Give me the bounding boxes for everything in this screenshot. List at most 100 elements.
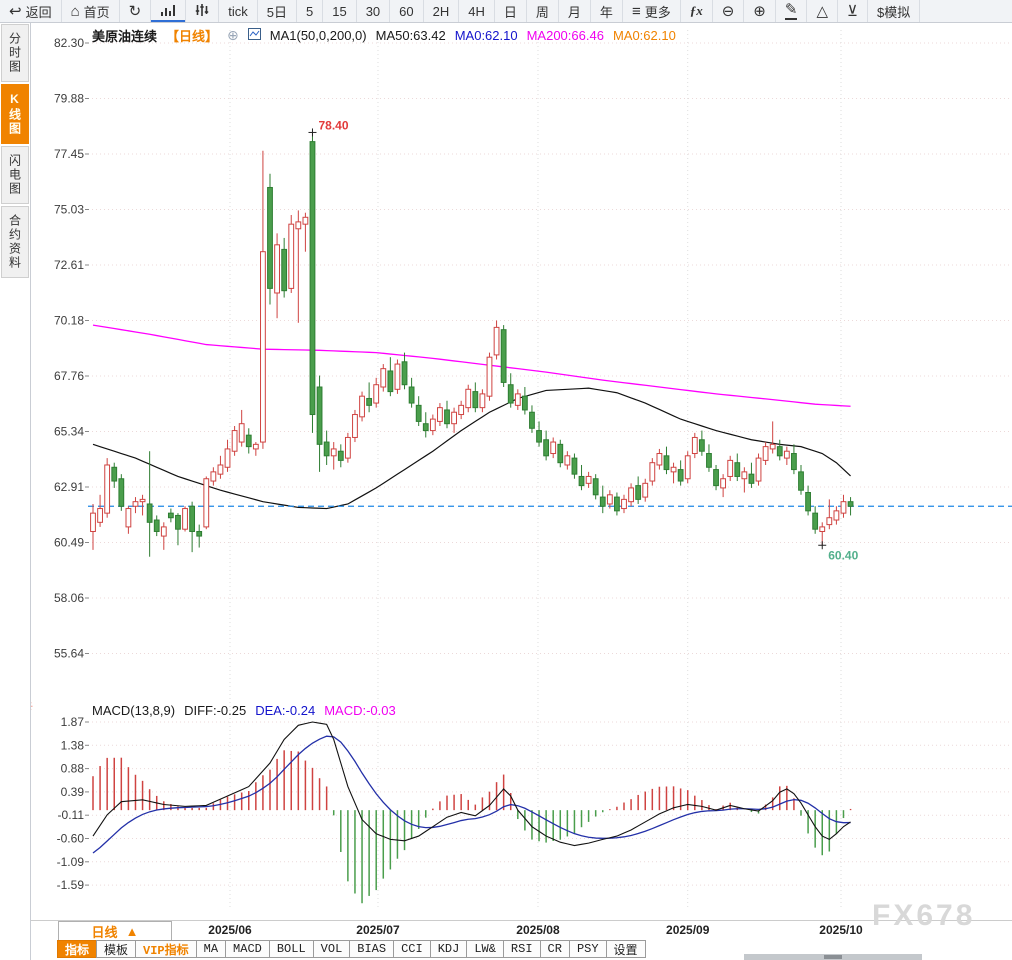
toolbar-min5[interactable]: 5 xyxy=(297,0,323,22)
toolbar-week[interactable]: 周 xyxy=(527,0,559,22)
svg-text:-1.09: -1.09 xyxy=(57,855,85,869)
mini-chart-icon[interactable] xyxy=(248,28,261,43)
tab-ma[interactable]: MA xyxy=(196,940,226,958)
toolbar-2h[interactable]: 2H xyxy=(424,0,460,22)
chart-canvas[interactable]: 82.3079.8877.4575.0372.6170.1867.7665.34… xyxy=(0,0,1012,960)
tab-bias[interactable]: BIAS xyxy=(349,940,394,958)
svg-text:75.03: 75.03 xyxy=(54,203,84,217)
toolbar-tick[interactable]: tick xyxy=(219,0,258,22)
toolbar-min15[interactable]: 15 xyxy=(323,0,356,22)
sidebar: 分时图K线图闪电图合约资料 xyxy=(0,23,31,960)
tab-kdj[interactable]: KDJ xyxy=(430,940,468,958)
tab-vol[interactable]: VOL xyxy=(313,940,351,958)
tab-template[interactable]: 模板 xyxy=(96,940,136,958)
toolbar-shape-down[interactable]: ⊻ xyxy=(838,0,868,22)
svg-text:82.30: 82.30 xyxy=(54,36,84,50)
svg-text:79.88: 79.88 xyxy=(54,92,84,106)
svg-text:0.88: 0.88 xyxy=(61,762,85,776)
horizontal-scrollbar[interactable] xyxy=(744,954,922,960)
svg-text:58.06: 58.06 xyxy=(54,591,84,605)
macd-params-label: MACD(13,8,9) xyxy=(92,703,175,718)
svg-text:65.34: 65.34 xyxy=(54,425,84,439)
svg-text:72.61: 72.61 xyxy=(54,258,84,272)
toolbar: ↩返回⌂首页 ↻ tick5日51530602H4H日周月年≡更多ƒx ⊖ ⊕ ✎ △ ⊻ $模… xyxy=(0,0,1012,23)
svg-text:2025/06: 2025/06 xyxy=(208,923,252,937)
ma50-value: MA50:63.42 xyxy=(376,28,446,43)
toolbar-day[interactable]: 日 xyxy=(495,0,527,22)
ma0-orange-value: MA0:62.10 xyxy=(613,28,676,43)
indicator-tabs: 指标模板VIP指标MAMACDBOLLVOLBIASCCIKDJLW&RSICR… xyxy=(58,940,646,958)
toolbar-refresh[interactable]: ↻ xyxy=(120,0,152,22)
toolbar-shape-up[interactable]: △ xyxy=(807,0,838,22)
macd-dea-value: DEA:-0.24 xyxy=(255,703,315,718)
tab-indicator[interactable]: 指标 xyxy=(57,940,97,958)
menu-icon: ≡ xyxy=(632,4,641,19)
triangle-down-line-icon: ⊻ xyxy=(847,4,858,19)
toolbar-fx[interactable]: ƒx xyxy=(681,0,713,22)
svg-text:2025/10: 2025/10 xyxy=(819,923,863,937)
ma-config-label: MA1(50,0,200,0) xyxy=(270,28,367,43)
svg-text:-0.11: -0.11 xyxy=(58,808,85,822)
svg-text:78.40: 78.40 xyxy=(318,118,348,132)
period-tag: 【日线】 xyxy=(166,26,218,45)
bar-chart-icon xyxy=(160,3,176,20)
add-indicator-icon[interactable]: ⊕ xyxy=(227,27,239,44)
tab-cci[interactable]: CCI xyxy=(393,940,431,958)
toolbar-simulate[interactable]: $模拟 xyxy=(868,0,920,22)
toolbar-candle-tool[interactable] xyxy=(186,0,219,22)
macd-diff-value: DIFF:-0.25 xyxy=(184,703,246,718)
sidebar-item-kline-chart[interactable]: K线图 xyxy=(1,84,29,144)
svg-text:55.64: 55.64 xyxy=(54,647,84,661)
watermark: FX678 xyxy=(872,899,975,933)
svg-text:60.40: 60.40 xyxy=(828,548,858,562)
toolbar-bar-chart[interactable] xyxy=(151,0,186,22)
triangle-up-icon: ▲ xyxy=(126,924,139,939)
pencil-icon: ✎ xyxy=(785,2,798,20)
ma0-blue-value: MA0:62.10 xyxy=(455,28,518,43)
sidebar-item-time-chart[interactable]: 分时图 xyxy=(1,24,29,82)
back-arrow-icon: ↩ xyxy=(9,4,22,19)
macd-macd-value: MACD:-0.03 xyxy=(324,703,396,718)
candlestick-icon xyxy=(195,3,209,20)
refresh-icon: ↻ xyxy=(129,4,142,19)
period-selector[interactable]: 日线 ▲ xyxy=(58,921,172,941)
svg-text:2025/09: 2025/09 xyxy=(666,923,710,937)
tab-psy[interactable]: PSY xyxy=(569,940,607,958)
toolbar-year[interactable]: 年 xyxy=(591,0,623,22)
toolbar-4h[interactable]: 4H xyxy=(459,0,495,22)
macd-header: MACD(13,8,9) DIFF:-0.25 DEA:-0.24 MACD:-… xyxy=(92,703,396,718)
triangle-up-icon: △ xyxy=(816,4,828,19)
symbol-name: 美原油连续 xyxy=(92,26,157,45)
home-icon: ⌂ xyxy=(71,4,80,19)
toolbar-zoom-in[interactable]: ⊕ xyxy=(744,0,776,22)
toolbar-back[interactable]: ↩返回 xyxy=(0,0,62,22)
toolbar-draw[interactable]: ✎ xyxy=(776,0,808,22)
toolbar-min60[interactable]: 60 xyxy=(390,0,423,22)
toolbar-zoom-out[interactable]: ⊖ xyxy=(713,0,745,22)
svg-text:1.38: 1.38 xyxy=(61,738,85,752)
svg-text:-0.60: -0.60 xyxy=(57,832,85,846)
zoom-out-icon: ⊖ xyxy=(722,4,735,19)
tab-rsi[interactable]: RSI xyxy=(503,940,541,958)
toolbar-5day[interactable]: 5日 xyxy=(258,0,297,22)
tab-boll[interactable]: BOLL xyxy=(269,940,314,958)
chart-title-row: 美原油连续【日线】 ⊕ MA1(50,0,200,0) MA50:63.42 M… xyxy=(92,26,676,45)
period-label: 日线 xyxy=(92,922,118,941)
svg-text:60.49: 60.49 xyxy=(54,536,84,550)
toolbar-month[interactable]: 月 xyxy=(559,0,591,22)
toolbar-home[interactable]: ⌂首页 xyxy=(62,0,120,22)
tab-vip-indicator[interactable]: VIP指标 xyxy=(135,940,197,958)
tab-macd[interactable]: MACD xyxy=(225,940,270,958)
tab-lw[interactable]: LW& xyxy=(466,940,504,958)
ma200-value: MA200:66.46 xyxy=(527,28,604,43)
tab-cr[interactable]: CR xyxy=(540,940,570,958)
toolbar-min30[interactable]: 30 xyxy=(357,0,390,22)
svg-text:62.91: 62.91 xyxy=(54,480,84,494)
toolbar-more[interactable]: ≡更多 xyxy=(623,0,681,22)
sidebar-item-lightning-chart[interactable]: 闪电图 xyxy=(1,146,29,204)
zoom-in-icon: ⊕ xyxy=(753,4,766,19)
svg-text:67.76: 67.76 xyxy=(54,369,84,383)
tab-settings[interactable]: 设置 xyxy=(606,940,646,958)
svg-text:70.18: 70.18 xyxy=(54,314,84,328)
sidebar-item-contract-info[interactable]: 合约资料 xyxy=(1,206,29,278)
